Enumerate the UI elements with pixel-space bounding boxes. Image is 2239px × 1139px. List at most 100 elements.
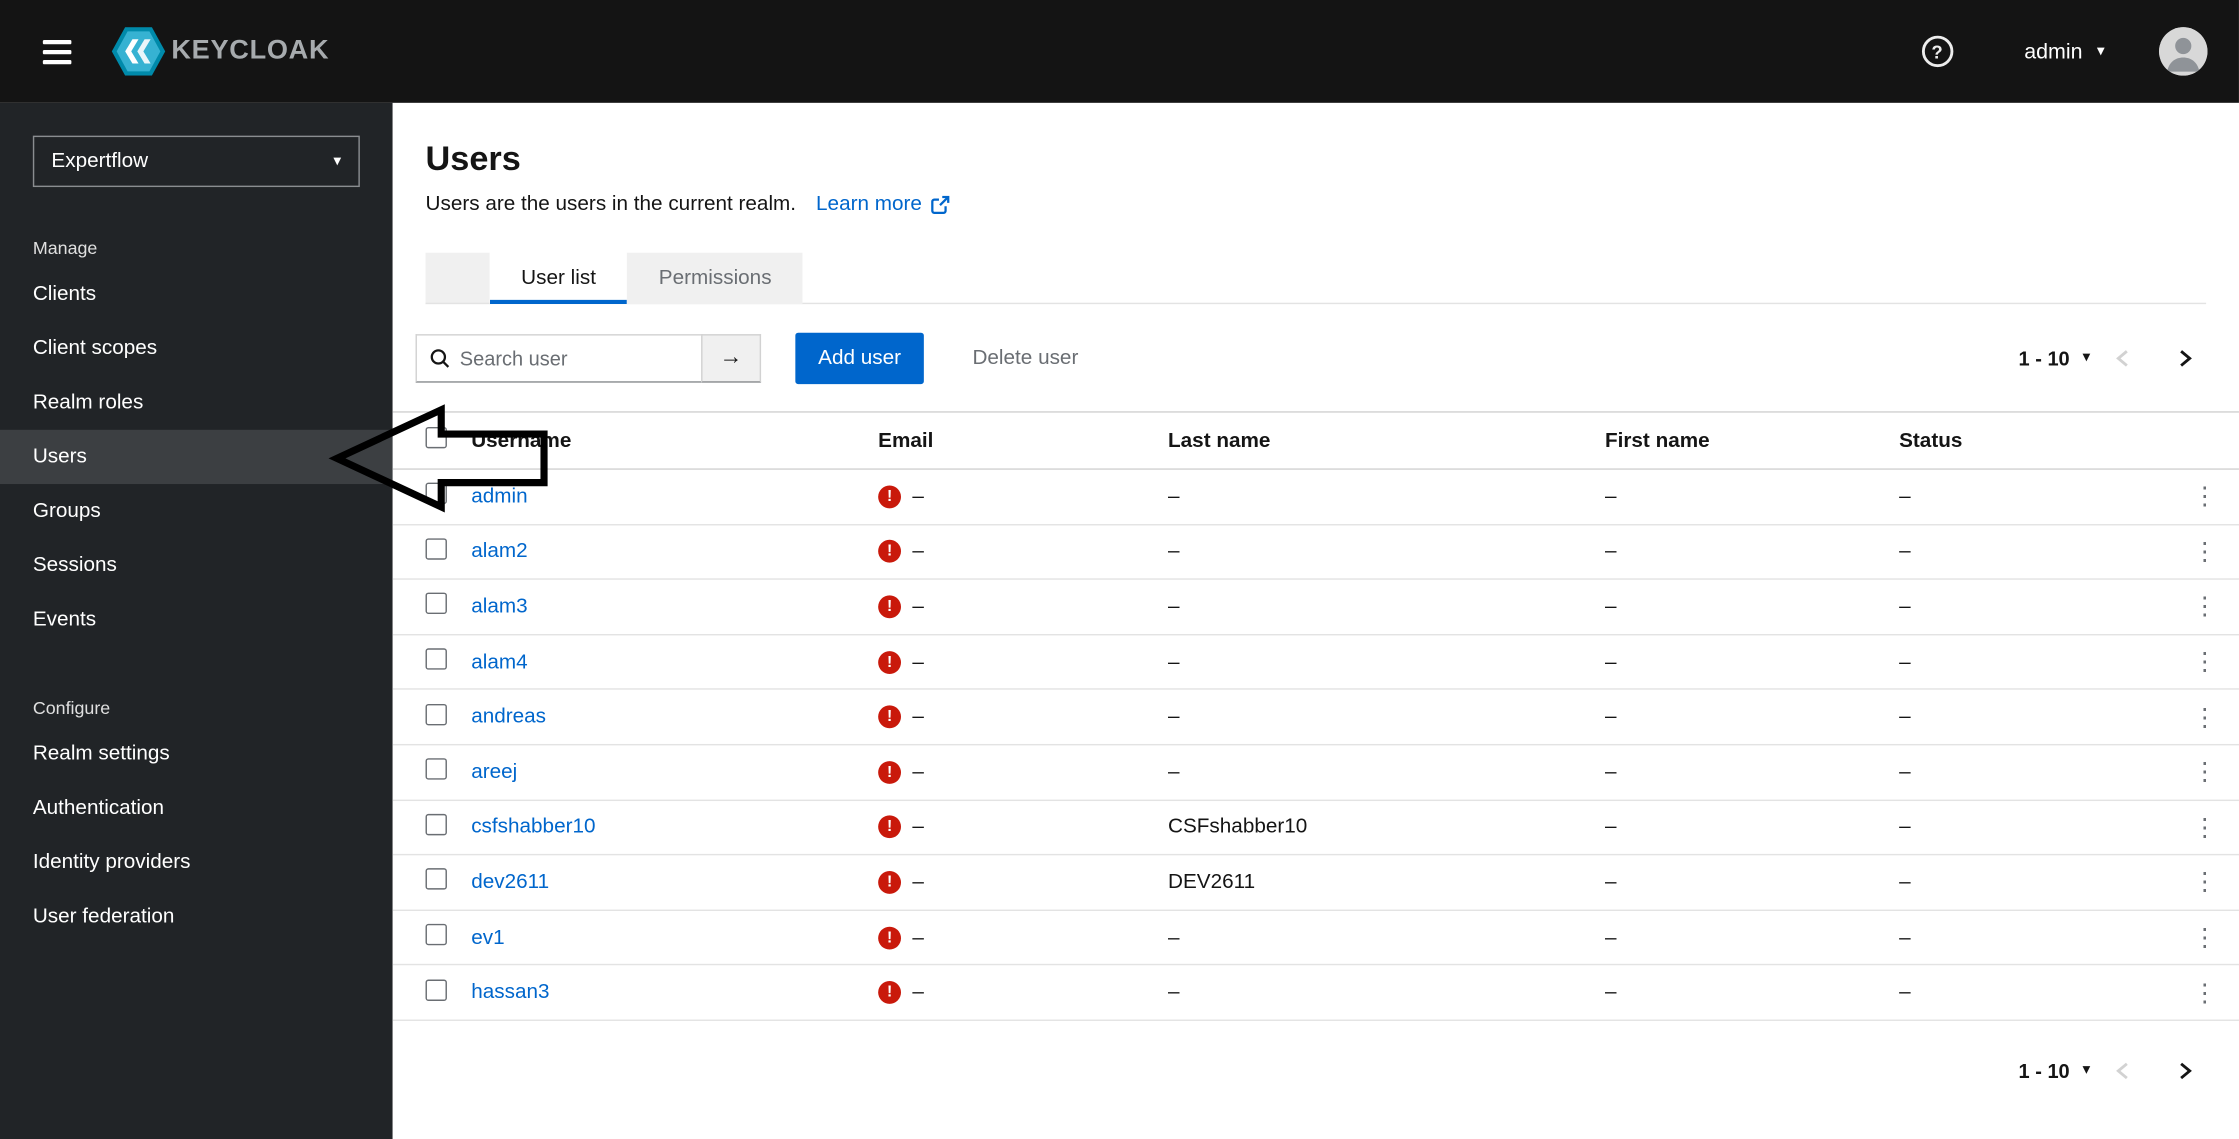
sidebar-item-realm-roles[interactable]: Realm roles: [0, 376, 393, 430]
kebab-menu-button[interactable]: ⋮: [2181, 589, 2228, 625]
kebab-menu-button[interactable]: ⋮: [2181, 479, 2228, 515]
sidebar-item-events[interactable]: Events: [0, 593, 393, 647]
row-checkbox[interactable]: [425, 483, 447, 505]
keycloak-admin-console: KEYCLOAK ? admin ▾ Expertflow ▾ Manage Cl…: [0, 0, 2239, 1139]
row-checkbox[interactable]: [425, 758, 447, 781]
table-header: Username Email Last name First name Stat…: [392, 413, 2239, 470]
masthead-right: ? admin ▾: [1921, 27, 2239, 76]
nav-list: Realm settings Authentication Identity pro…: [0, 727, 393, 944]
kebab-menu-button[interactable]: ⋮: [2181, 975, 2228, 1011]
username-link[interactable]: admin: [471, 485, 527, 508]
row-checkbox[interactable]: [425, 703, 447, 725]
sidebar-item-identity-providers[interactable]: Identity providers: [0, 835, 393, 889]
kebab-menu-button[interactable]: ⋮: [2181, 534, 2228, 570]
pagination-next-button[interactable]: [2153, 333, 2216, 382]
last-name-value: DEV2611: [1168, 870, 1256, 894]
username-link[interactable]: areej: [471, 761, 517, 784]
email-value: –: [912, 540, 924, 564]
realm-selector[interactable]: Expertflow ▾: [32, 135, 360, 188]
column-header-email: Email: [878, 429, 934, 452]
email-warning-icon: !: [878, 485, 902, 509]
username-link[interactable]: csfshabber10: [471, 816, 595, 839]
status-value: –: [1899, 870, 1911, 894]
sidebar-item-authentication[interactable]: Authentication: [0, 781, 393, 835]
kebab-menu-button[interactable]: ⋮: [2181, 920, 2228, 956]
search-box: [415, 333, 702, 382]
sidebar-item-user-federation[interactable]: User federation: [0, 890, 393, 944]
sidebar-nav: Manage Clients Client scopes Realm roles Use…: [0, 238, 393, 943]
tab-user-list[interactable]: User list: [489, 252, 628, 305]
add-user-button[interactable]: Add user: [795, 331, 924, 384]
pagination-prev-button[interactable]: [2090, 333, 2153, 382]
username-link[interactable]: dev2611: [471, 871, 549, 894]
username-link[interactable]: ev1: [471, 926, 504, 949]
status-value: –: [1899, 705, 1911, 729]
pagination-prev-button[interactable]: [2090, 1047, 2153, 1096]
email-value: –: [912, 650, 924, 674]
last-name-value: –: [1168, 981, 1180, 1005]
first-name-value: –: [1604, 981, 1617, 1005]
row-checkbox[interactable]: [425, 868, 447, 891]
sidebar-item-groups[interactable]: Groups: [0, 484, 393, 538]
kebab-menu-button[interactable]: ⋮: [2181, 699, 2228, 735]
username-link[interactable]: alam2: [471, 540, 527, 563]
sidebar-item-client-scopes[interactable]: Client scopes: [0, 321, 393, 375]
kebab-menu-button[interactable]: ⋮: [2181, 865, 2228, 901]
table-row: dev2611 ! – DEV2611 – – ⋮: [392, 856, 2239, 911]
learn-more-link[interactable]: Learn more: [816, 193, 949, 216]
status-value: –: [1899, 981, 1911, 1005]
search-input[interactable]: [459, 346, 689, 370]
email-value: –: [912, 485, 924, 509]
search-submit-button[interactable]: →: [701, 333, 762, 382]
kebab-menu-button[interactable]: ⋮: [2181, 644, 2228, 680]
table-row: csfshabber10 ! – CSFshabber10 – – ⋮: [392, 800, 2239, 856]
user-menu-label: admin: [2024, 39, 2083, 64]
first-name-value: –: [1604, 870, 1617, 894]
table-row: ev1 ! – – – – ⋮: [392, 911, 2239, 966]
username-link[interactable]: alam4: [471, 651, 527, 674]
tabs: User list Permissions: [489, 252, 803, 305]
hamburger-menu-button[interactable]: [34, 31, 80, 72]
chevron-down-icon: ▾: [2082, 348, 2091, 366]
row-checkbox[interactable]: [425, 648, 447, 670]
sidebar-item-users[interactable]: Users: [0, 429, 393, 485]
row-checkbox[interactable]: [425, 923, 447, 946]
delete-user-button[interactable]: Delete user: [972, 346, 1078, 369]
username-link[interactable]: andreas: [471, 706, 546, 729]
nav-list: Clients Client scopes Realm roles Users Grou…: [0, 267, 393, 647]
chevron-down-icon: ▾: [2082, 1061, 2091, 1079]
username-link[interactable]: hassan3: [471, 981, 549, 1004]
tab-bar: User list Permissions: [425, 252, 2207, 305]
row-checkbox[interactable]: [425, 979, 447, 1001]
table-row: admin ! – – – – ⋮: [392, 470, 2239, 525]
tab-permissions[interactable]: Permissions: [627, 252, 803, 305]
table-row: areej ! – – – – ⋮: [392, 745, 2239, 801]
kebab-menu-button[interactable]: ⋮: [2181, 809, 2228, 845]
pagination-dropdown[interactable]: 1 - 10 ▾: [2019, 1059, 2091, 1082]
table-row: alam3 ! – – – – ⋮: [392, 580, 2239, 636]
kebab-menu-button[interactable]: ⋮: [2181, 754, 2228, 790]
select-all-checkbox[interactable]: [425, 426, 447, 449]
pagination-next-button[interactable]: [2153, 1047, 2216, 1096]
status-value: –: [1899, 485, 1911, 509]
status-value: –: [1899, 540, 1911, 564]
row-checkbox[interactable]: [425, 813, 447, 836]
pagination-dropdown[interactable]: 1 - 10 ▾: [2019, 346, 2091, 369]
last-name-value: –: [1168, 926, 1180, 949]
table-row: hassan3 ! – – – – ⋮: [392, 966, 2239, 1021]
table-row: alam4 ! – – – – ⋮: [392, 635, 2239, 691]
user-menu[interactable]: admin ▾: [2024, 39, 2105, 63]
row-checkbox[interactable]: [425, 538, 447, 560]
sidebar-item-sessions[interactable]: Sessions: [0, 538, 393, 592]
row-checkbox[interactable]: [425, 593, 447, 615]
username-link[interactable]: alam3: [471, 595, 527, 618]
table-toolbar: → Add user Delete user 1 - 10 ▾: [392, 304, 2239, 413]
email-warning-icon: !: [878, 926, 902, 949]
first-name-value: –: [1604, 760, 1617, 784]
sidebar-item-realm-settings[interactable]: Realm settings: [0, 727, 393, 781]
help-icon[interactable]: ?: [1921, 35, 1953, 68]
pagination-top: 1 - 10 ▾: [2019, 333, 2217, 382]
status-value: –: [1899, 926, 1911, 949]
sidebar-item-clients[interactable]: Clients: [0, 267, 393, 321]
avatar[interactable]: [2158, 27, 2208, 76]
